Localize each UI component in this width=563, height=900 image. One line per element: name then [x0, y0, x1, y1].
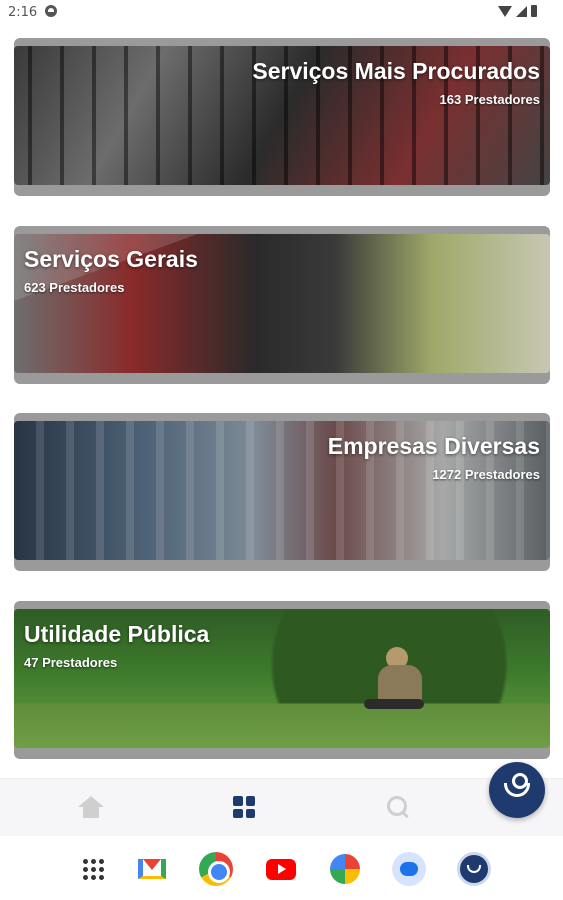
- category-card-utilidade-publica[interactable]: Utilidade Pública 47 Prestadores: [14, 601, 550, 759]
- hand-icon: [504, 773, 530, 797]
- category-count: 163 Prestadores: [439, 92, 540, 107]
- category-card-empresas-diversas[interactable]: Empresas Diversas 1272 Prestadores: [14, 413, 550, 571]
- apps-icon: [82, 858, 104, 880]
- status-bar: 2:16: [0, 0, 563, 26]
- category-card-servicos-mais-procurados[interactable]: Serviços Mais Procurados 163 Prestadores: [14, 38, 550, 196]
- category-image: Serviços Gerais 623 Prestadores: [14, 234, 550, 373]
- category-title: Serviços Gerais: [24, 246, 198, 272]
- category-count: 1272 Prestadores: [432, 467, 540, 482]
- chrome-icon: [199, 852, 233, 886]
- wifi-icon: [498, 5, 512, 17]
- dock-photos-button[interactable]: [328, 852, 362, 886]
- youtube-icon: [266, 858, 296, 880]
- photos-icon: [330, 854, 360, 884]
- dock-youtube-button[interactable]: [264, 852, 298, 886]
- category-title: Serviços Mais Procurados: [252, 58, 540, 84]
- grid-icon: [233, 796, 255, 818]
- bottom-navigation: [0, 778, 563, 836]
- category-count: 47 Prestadores: [24, 655, 118, 670]
- dock-apps-button[interactable]: [76, 852, 110, 886]
- nav-home-button[interactable]: [71, 791, 111, 823]
- nav-categories-button[interactable]: [224, 791, 264, 823]
- category-count: 623 Prestadores: [24, 280, 125, 295]
- sync-icon: [45, 5, 57, 17]
- home-icon: [78, 796, 104, 818]
- messages-icon: [392, 852, 426, 886]
- category-image: Serviços Mais Procurados 163 Prestadores: [14, 46, 550, 185]
- category-title: Utilidade Pública: [24, 621, 210, 647]
- nav-search-button[interactable]: [378, 791, 418, 823]
- category-card-servicos-gerais[interactable]: Serviços Gerais 623 Prestadores: [14, 226, 550, 384]
- dock-chrome-button[interactable]: [199, 852, 233, 886]
- search-icon: [387, 796, 409, 818]
- status-time: 2:16: [8, 5, 38, 20]
- signal-icon: [516, 5, 527, 17]
- gmail-icon: [138, 859, 166, 879]
- category-title: Empresas Diversas: [327, 433, 540, 459]
- dock-messages-button[interactable]: [392, 852, 426, 886]
- category-image: Utilidade Pública 47 Prestadores: [14, 609, 550, 748]
- status-icons: [498, 5, 537, 17]
- category-image: Empresas Diversas 1272 Prestadores: [14, 421, 550, 560]
- dock-gmail-button[interactable]: [135, 852, 169, 886]
- battery-icon: [531, 5, 537, 17]
- dock-app-shortcut-button[interactable]: [457, 852, 491, 886]
- launcher-dock: [0, 836, 563, 900]
- person-figure: [364, 647, 434, 715]
- help-fab-button[interactable]: [489, 762, 545, 818]
- app-shortcut-icon: [457, 852, 491, 886]
